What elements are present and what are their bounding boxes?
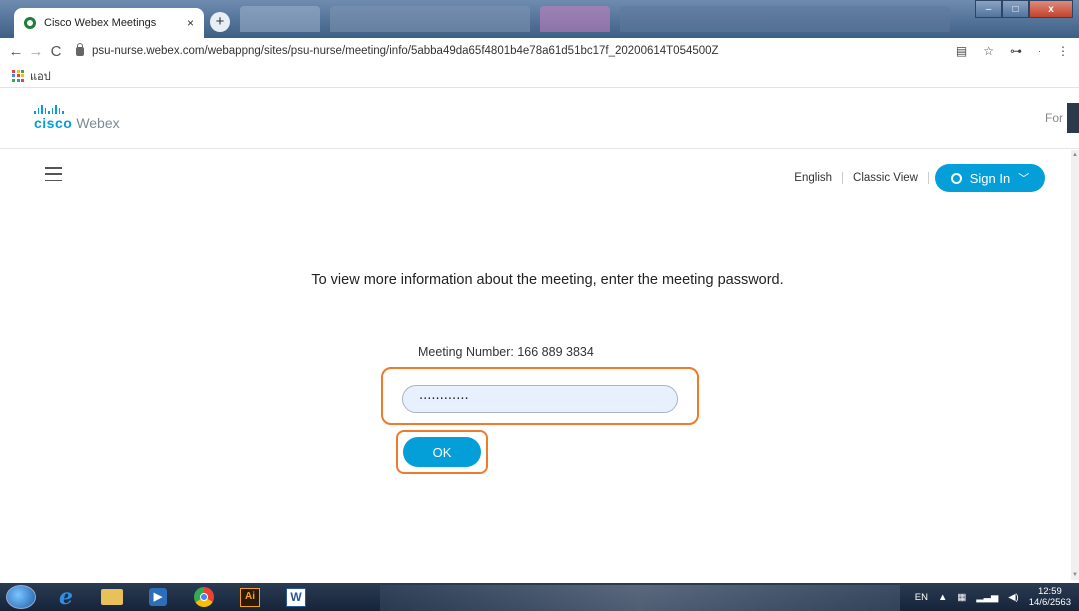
key-icon[interactable]: ⊶ [1010,44,1022,58]
media-player-icon[interactable]: ▶ [142,585,174,609]
new-tab-button[interactable]: + [210,12,230,32]
meeting-number: Meeting Number: 166 889 3834 [418,345,594,359]
logo-product: Webex [76,115,120,131]
meeting-password-input[interactable] [402,385,678,413]
language-indicator[interactable]: EN [915,592,928,603]
sign-in-label: Sign In [969,170,1011,186]
close-window-button[interactable]: x [1029,0,1073,18]
language-link[interactable]: English [794,172,844,184]
profile-icon[interactable]: · [1038,46,1041,56]
avatar[interactable] [1067,103,1079,133]
clock[interactable]: 12:59 14/6/2563 [1029,586,1071,608]
ok-button[interactable]: OK [403,437,481,467]
bookmark-star-icon[interactable]: ☆ [983,44,994,58]
signal-icon[interactable]: ▂▃▅ [976,592,998,603]
back-icon[interactable]: ← [6,43,26,60]
network-icon[interactable]: ▦ [957,592,966,603]
sign-in-button[interactable]: Sign In ﹀ [935,164,1045,192]
menu-kebab-icon[interactable]: ⋮ [1057,44,1069,58]
file-explorer-icon[interactable] [96,585,128,609]
scroll-down-icon[interactable]: ▼ [1072,572,1078,578]
illustrator-icon[interactable]: Ai [234,585,266,609]
cisco-bars-icon [34,105,120,114]
blurred-tab[interactable] [620,6,950,32]
apps-bookmark-label[interactable]: แอป [30,67,51,85]
webex-ring-icon [950,172,962,184]
bookmarks-bar: แอป [0,64,1079,88]
blurred-taskbar-area [380,585,900,611]
header-right-text: For [1045,111,1063,125]
window-controls: – □ x [975,0,1073,18]
word-icon[interactable]: W [280,585,312,609]
browser-tab-bar: Cisco Webex Meetings × + – □ x [0,0,1079,38]
system-tray: EN ▲ ▦ ▂▃▅ ◀) 12:59 14/6/2563 [915,583,1071,611]
reload-icon[interactable]: C [46,43,66,60]
chrome-icon[interactable] [188,585,220,609]
blurred-tab[interactable] [240,6,320,32]
url-field[interactable]: psu-nurse.webex.com/webappng/sites/psu-n… [76,42,719,57]
classic-view-link[interactable]: Classic View [843,172,929,184]
blurred-tab[interactable] [330,6,530,32]
apps-grid-icon[interactable] [12,69,24,82]
top-navigation: English Classic View Sign In ﹀ [794,164,1045,192]
page-scrollbar[interactable]: ▲ ▼ [1071,150,1079,580]
internet-explorer-icon[interactable]: e [50,584,82,610]
chevron-down-icon: ﹀ [1018,173,1030,185]
clock-time: 12:59 [1037,586,1062,597]
translate-icon[interactable]: ▤ [956,44,967,58]
url-text: psu-nurse.webex.com/webappng/sites/psu-n… [92,45,719,57]
address-bar-actions: ▤ ☆ ⊶ · ⋮ [956,38,1069,64]
blurred-tab[interactable] [540,6,610,32]
webex-favicon-icon [24,17,36,29]
scroll-up-icon[interactable]: ▲ [1072,152,1078,158]
tab-title: Cisco Webex Meetings [44,17,157,29]
forward-icon[interactable]: → [26,43,46,60]
maximize-button[interactable]: □ [1002,0,1029,18]
windows-taskbar: e ▶ Ai W EN ▲ ▦ ▂▃▅ ◀) 12:59 14/6/2563 [0,583,1079,611]
volume-icon[interactable]: ◀) [1008,592,1018,603]
tab-close-icon[interactable]: × [187,16,194,30]
address-bar: ← → C psu-nurse.webex.com/webappng/sites… [0,38,1079,64]
cisco-webex-logo[interactable]: cisco Webex [34,105,120,131]
clock-date: 14/6/2563 [1028,597,1071,608]
logo-brand: cisco [34,115,73,131]
hamburger-menu-icon[interactable] [45,167,62,181]
site-header: cisco Webex For [0,89,1079,149]
tray-expand-icon[interactable]: ▲ [938,592,947,603]
tab-webex[interactable]: Cisco Webex Meetings × [14,8,204,38]
password-prompt: To view more information about the meeti… [311,272,784,288]
minimize-button[interactable]: – [975,0,1002,18]
lock-icon [76,42,84,56]
start-orb[interactable] [6,585,36,609]
